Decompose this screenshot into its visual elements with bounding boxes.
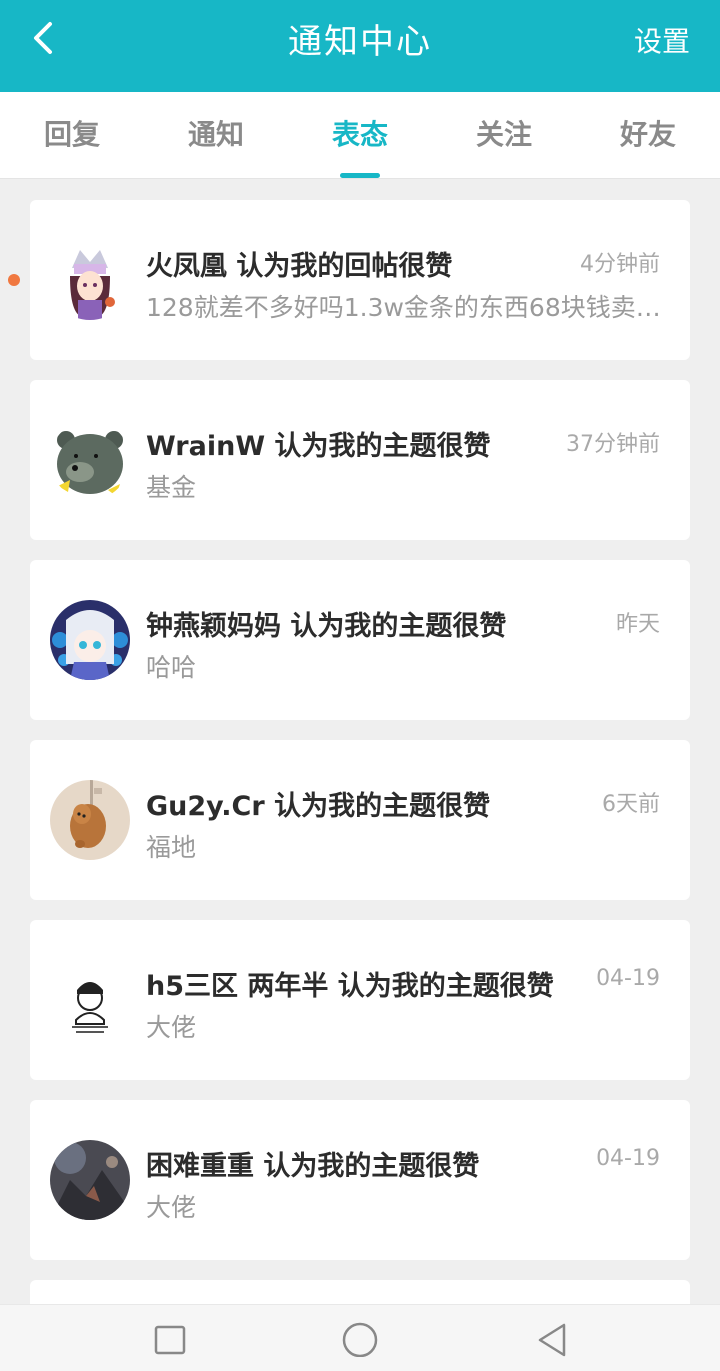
user-avatar[interactable] — [50, 1140, 130, 1220]
notification-time: 4分钟前 — [580, 252, 660, 277]
system-back-button[interactable] — [534, 1321, 570, 1357]
notification-card[interactable]: WrainW 认为我的主题很赞 37分钟前 基金 — [30, 380, 690, 540]
tab-label: 回复 — [43, 118, 100, 151]
user-avatar[interactable] — [50, 240, 130, 320]
notification-content: 哈哈 — [146, 653, 197, 682]
square-icon — [154, 1325, 186, 1355]
tab-replies[interactable]: 回复 — [0, 92, 144, 178]
unread-dot — [8, 274, 20, 286]
active-tab-indicator — [340, 173, 380, 178]
recent-apps-button[interactable] — [152, 1321, 188, 1357]
notification-title: 钟燕颖妈妈 认为我的主题很赞 — [146, 611, 507, 642]
system-nav-bar — [0, 1304, 720, 1371]
notification-title: h5三区 两年半 认为我的主题很赞 — [146, 971, 554, 1002]
notification-card[interactable]: 火凤凰 认为我的回帖很赞 4分钟前 128就差不多好吗1.3w金条的东西68块钱… — [30, 200, 690, 360]
notification-title: 困难重重 认为我的主题很赞 — [146, 1151, 480, 1182]
user-avatar[interactable] — [50, 420, 130, 500]
notification-content: 大佬 — [146, 1013, 197, 1042]
notification-card[interactable]: Gu2y.Cr 认为我的主题很赞 6天前 福地 — [30, 740, 690, 900]
notification-time: 37分钟前 — [566, 432, 660, 457]
tab-follows[interactable]: 关注 — [432, 92, 576, 178]
notification-title: Gu2y.Cr 认为我的主题很赞 — [146, 791, 491, 822]
notification-card[interactable]: h5三区 两年半 认为我的主题很赞 04-19 大佬 — [30, 920, 690, 1080]
tab-notices[interactable]: 通知 — [144, 92, 288, 178]
user-avatar[interactable] — [50, 960, 130, 1040]
notification-time: 6天前 — [602, 792, 660, 817]
notification-time: 04-19 — [596, 966, 660, 991]
page-title: 通知中心 — [288, 22, 432, 62]
tab-label: 好友 — [619, 118, 676, 151]
dog-avatar-icon — [50, 780, 130, 860]
anime-white-hair-avatar-icon — [50, 600, 130, 680]
home-button[interactable] — [342, 1321, 378, 1358]
tab-label: 表态 — [331, 118, 388, 151]
bear-avatar-icon — [50, 420, 130, 500]
notification-time: 04-19 — [596, 1146, 660, 1171]
notification-card[interactable]: 困难重重 认为我的主题很赞 04-19 大佬 — [30, 1100, 690, 1260]
dark-art-avatar-icon — [50, 1140, 130, 1220]
app-header: 通知中心 设置 — [0, 0, 720, 92]
notification-content: 基金 — [146, 473, 197, 502]
notification-content: 福地 — [146, 833, 197, 862]
user-avatar[interactable] — [50, 600, 130, 680]
settings-button[interactable]: 设置 — [634, 20, 690, 60]
tab-label: 通知 — [187, 118, 244, 151]
cartoon-person-avatar-icon — [50, 960, 130, 1040]
notification-title: 火凤凰 认为我的回帖很赞 — [146, 251, 453, 282]
tab-bar: 回复 通知 表态 关注 好友 — [0, 92, 720, 179]
notification-content: 大佬 — [146, 1193, 197, 1222]
notification-title: WrainW 认为我的主题很赞 — [146, 431, 491, 462]
circle-icon — [342, 1322, 378, 1358]
tab-reactions[interactable]: 表态 — [288, 92, 432, 178]
tab-friends[interactable]: 好友 — [576, 92, 720, 178]
notification-time: 昨天 — [615, 612, 660, 637]
anime-girl-avatar-icon — [50, 240, 130, 320]
notification-card[interactable]: 钟燕颖妈妈 认为我的主题很赞 昨天 哈哈 — [30, 560, 690, 720]
user-avatar[interactable] — [50, 780, 130, 860]
tab-label: 关注 — [475, 118, 532, 151]
triangle-back-icon — [538, 1323, 566, 1357]
notification-content: 128就差不多好吗1.3w金条的东西68块钱卖… — [146, 293, 661, 322]
